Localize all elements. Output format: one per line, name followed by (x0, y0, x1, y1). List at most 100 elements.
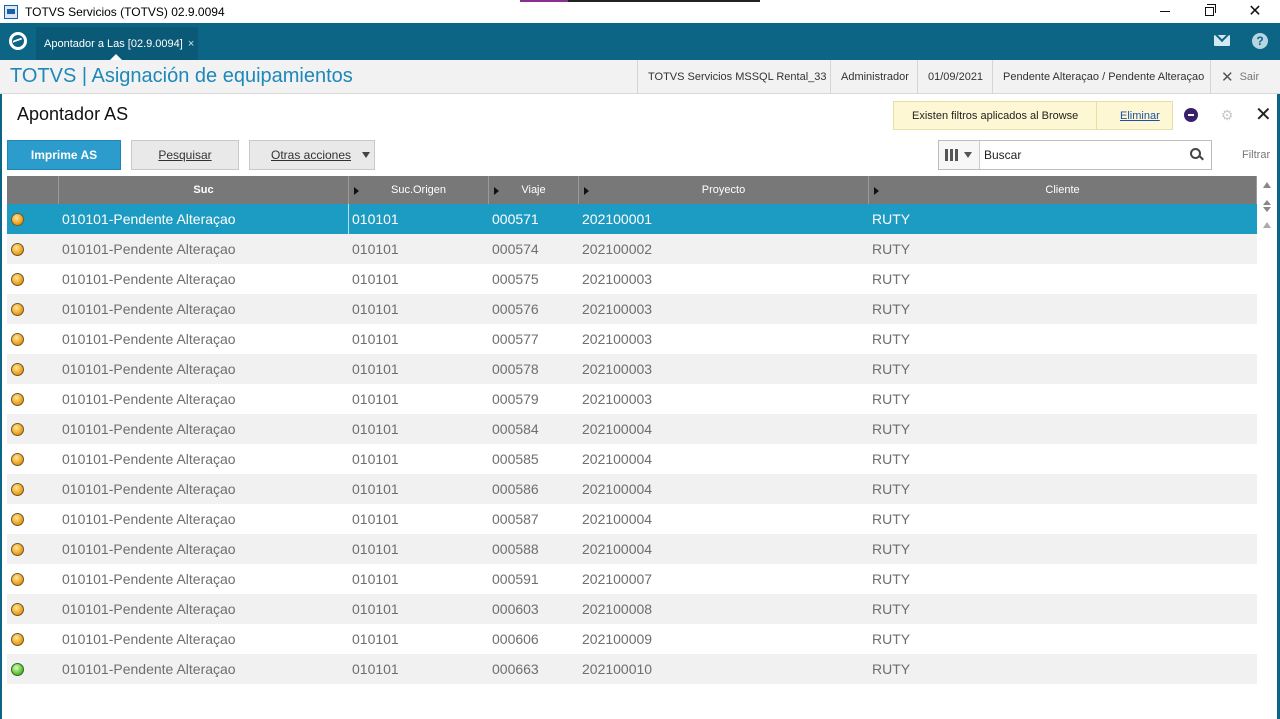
vertical-scrollbar[interactable] (1259, 176, 1275, 236)
cell-proyecto: 202100003 (582, 331, 653, 347)
table-row[interactable]: 010101-Pendente Alteraçao 010101 000603 202… (7, 594, 1257, 624)
cell-suc: 010101-Pendente Alteraçao (62, 421, 236, 437)
status-cell[interactable] (7, 624, 59, 654)
imprime-as-button[interactable]: Imprime AS (7, 140, 121, 170)
scroll-page-icon[interactable] (1263, 200, 1271, 212)
app-window-icon (4, 4, 18, 19)
status-cell[interactable] (7, 504, 59, 534)
status-cell[interactable] (7, 324, 59, 354)
exit-label: Sair (1239, 71, 1260, 83)
cell-cliente: RUTY (872, 451, 911, 467)
column-header-cliente[interactable]: Cliente (869, 176, 1257, 204)
table-row[interactable]: 010101-Pendente Alteraçao 010101 000579 202… (7, 384, 1257, 414)
table-row[interactable]: 010101-Pendente Alteraçao 010101 000585 202… (7, 444, 1257, 474)
minimize-button[interactable] (1142, 0, 1188, 23)
help-icon[interactable]: ? (1252, 33, 1268, 49)
table-row[interactable]: 010101-Pendente Alteraçao 010101 000587 202… (7, 504, 1257, 534)
cell-suc-origen: 010101 (352, 421, 399, 437)
cell-proyecto: 202100009 (582, 631, 653, 647)
sort-arrow-icon (874, 187, 879, 195)
cell-viaje: 000603 (492, 601, 539, 617)
status-cell[interactable] (7, 234, 59, 264)
status-cell[interactable] (7, 474, 59, 504)
otras-acciones-label: Otras acciones (271, 148, 352, 162)
otras-acciones-button[interactable]: Otras acciones (249, 140, 375, 170)
table-row[interactable]: 010101-Pendente Alteraçao 010101 000578 202… (7, 354, 1257, 384)
status-dot-icon (11, 242, 24, 256)
cell-viaje: 000588 (492, 541, 539, 557)
table-row[interactable]: 010101-Pendente Alteraçao 010101 000576 202… (7, 294, 1257, 324)
table-row[interactable]: 010101-Pendente Alteraçao 010101 000588 202… (7, 534, 1257, 564)
column-header-proyecto[interactable]: Proyecto (579, 176, 869, 204)
status-cell[interactable] (7, 534, 59, 564)
header-user[interactable]: Administrador (830, 60, 919, 94)
cell-suc-origen: 010101 (352, 241, 399, 257)
close-browse-icon[interactable]: ✕ (1255, 105, 1272, 125)
window-close-button[interactable]: ✕ (1232, 0, 1278, 23)
column-header-status[interactable] (7, 176, 59, 204)
status-dot-icon (11, 362, 24, 376)
cell-suc-origen: 010101 (352, 211, 399, 227)
cell-cliente: RUTY (872, 571, 911, 587)
table-row[interactable]: 010101-Pendente Alteraçao 010101 000606 202… (7, 624, 1257, 654)
filter-link[interactable]: Filtrar (1242, 149, 1270, 161)
cell-cliente: RUTY (872, 331, 911, 347)
column-selector[interactable] (939, 141, 980, 169)
tab-apontador[interactable]: Apontador a Las [02.9.0094] × (36, 27, 198, 60)
table-row[interactable]: 010101-Pendente Alteraçao 010101 000574 202… (7, 234, 1257, 264)
cell-viaje: 000606 (492, 631, 539, 647)
window-title: TOTVS Servicios (TOTVS) 02.9.0094 (25, 4, 225, 19)
cell-cliente: RUTY (872, 511, 911, 527)
cell-viaje: 000591 (492, 571, 539, 587)
status-cell[interactable] (7, 264, 59, 294)
header-branch[interactable]: Pendente Alteraçao / Pendente Alteraçao (992, 60, 1214, 94)
status-dot-icon (11, 212, 24, 226)
status-cell[interactable] (7, 654, 59, 684)
cell-suc: 010101-Pendente Alteraçao (62, 271, 236, 287)
cell-cliente: RUTY (872, 661, 911, 677)
pesquisar-button[interactable]: Pesquisar (131, 140, 239, 170)
cell-suc: 010101-Pendente Alteraçao (62, 211, 236, 227)
table-row[interactable]: 010101-Pendente Alteraçao 010101 000586 202… (7, 474, 1257, 504)
gear-icon[interactable]: ⚙ (1220, 108, 1234, 122)
status-cell[interactable] (7, 564, 59, 594)
status-cell[interactable] (7, 204, 59, 234)
column-header-suc[interactable]: Suc (59, 176, 349, 204)
status-cell[interactable] (7, 354, 59, 384)
grid-body: 010101-Pendente Alteraçao 010101 000571 202… (7, 204, 1257, 684)
cell-suc-origen: 010101 (352, 661, 399, 677)
restore-button[interactable] (1186, 0, 1232, 23)
cell-cliente: RUTY (872, 241, 911, 257)
status-dot-icon (11, 452, 24, 466)
table-row[interactable]: 010101-Pendente Alteraçao 010101 000591 202… (7, 564, 1257, 594)
minimize-icon (1160, 11, 1170, 12)
header-date[interactable]: 01/09/2021 (917, 60, 993, 94)
status-cell[interactable] (7, 384, 59, 414)
table-row[interactable]: 010101-Pendente Alteraçao 010101 000663 202… (7, 654, 1257, 684)
filter-notice: Existen filtros aplicados al Browse Elim… (893, 101, 1173, 130)
scroll-up-icon[interactable] (1263, 222, 1271, 228)
totvs-logo-icon[interactable] (9, 32, 27, 50)
status-cell[interactable] (7, 444, 59, 474)
collapse-icon[interactable] (1184, 108, 1198, 122)
tab-close-icon[interactable]: × (188, 38, 194, 50)
search-input[interactable] (984, 141, 1184, 169)
search-icon[interactable] (1190, 148, 1202, 160)
header-company[interactable]: TOTVS Servicios MSSQL Rental_33 (637, 60, 837, 94)
status-cell[interactable] (7, 414, 59, 444)
table-row[interactable]: 010101-Pendente Alteraçao 010101 000575 202… (7, 264, 1257, 294)
mail-icon[interactable] (1214, 35, 1230, 46)
column-header-suc-origen[interactable]: Suc.Origen (349, 176, 489, 204)
cell-cliente: RUTY (872, 541, 911, 557)
remove-filter-link[interactable]: Eliminar (1097, 110, 1160, 122)
table-row[interactable]: 010101-Pendente Alteraçao 010101 000571 202… (7, 204, 1257, 234)
status-cell[interactable] (7, 594, 59, 624)
cell-suc-origen: 010101 (352, 391, 399, 407)
status-cell[interactable] (7, 294, 59, 324)
scroll-top-icon[interactable] (1263, 182, 1271, 188)
column-header-viaje[interactable]: Viaje (489, 176, 579, 204)
table-row[interactable]: 010101-Pendente Alteraçao 010101 000584 202… (7, 414, 1257, 444)
cell-suc: 010101-Pendente Alteraçao (62, 301, 236, 317)
table-row[interactable]: 010101-Pendente Alteraçao 010101 000577 202… (7, 324, 1257, 354)
exit-button[interactable]: ✕ Sair (1210, 60, 1269, 94)
